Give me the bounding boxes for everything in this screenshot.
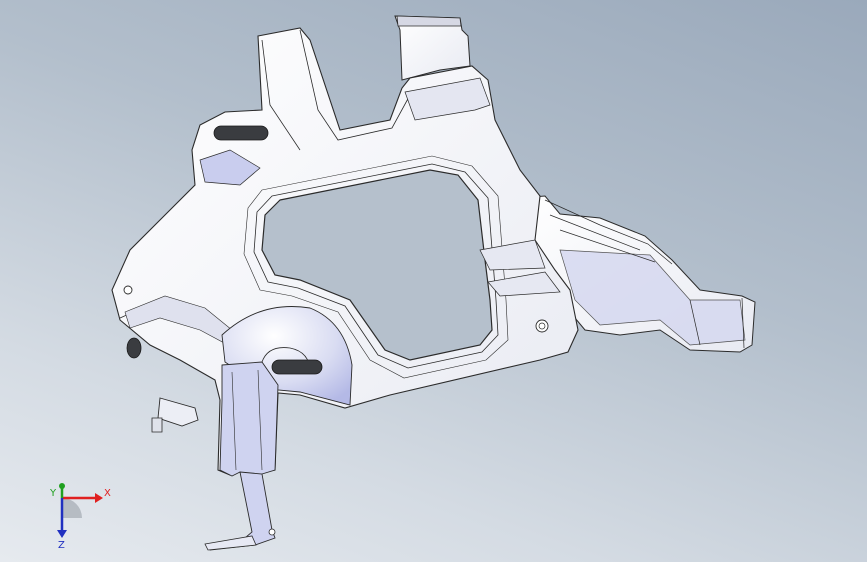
z-axis-label: Z [58, 540, 65, 550]
lower-leg [219, 361, 279, 481]
y-arrow-head [59, 483, 65, 489]
left-tab [157, 397, 199, 427]
x-arrow-head [95, 493, 103, 503]
left-hole [126, 337, 142, 359]
graphics-viewport[interactable]: X Y Z [0, 0, 867, 562]
triad-arc [62, 498, 82, 518]
orientation-triad: X Y Z [49, 483, 111, 550]
upper-slot [213, 125, 269, 141]
z-arrow-head [57, 530, 67, 538]
small-hole [123, 285, 133, 295]
x-axis-label: X [104, 488, 111, 499]
sheet-metal-bracket-model[interactable] [0, 0, 867, 562]
lower-slot [271, 359, 323, 375]
y-axis-label: Y [49, 488, 57, 499]
